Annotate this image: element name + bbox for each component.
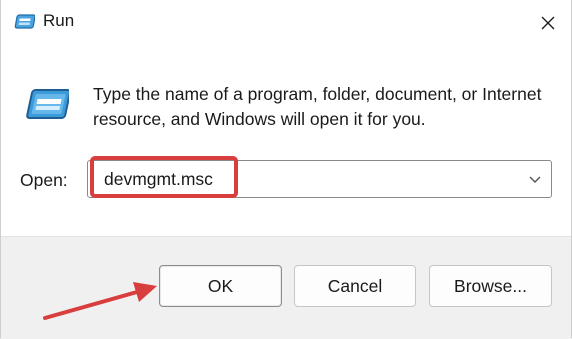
- open-label: Open:: [20, 170, 68, 191]
- window-title: Run: [43, 11, 75, 30]
- run-icon: [14, 14, 35, 29]
- browse-button[interactable]: Browse...: [429, 265, 552, 307]
- ok-button[interactable]: OK: [159, 265, 282, 307]
- open-label-text: Open:: [20, 170, 68, 190]
- cancel-button[interactable]: Cancel: [294, 265, 416, 307]
- run-icon: [26, 89, 69, 119]
- close-button[interactable]: [525, 0, 571, 46]
- title-bar[interactable]: Run: [1, 0, 571, 46]
- open-combobox[interactable]: devmgmt.msc: [87, 160, 552, 198]
- chevron-down-icon[interactable]: [527, 170, 543, 188]
- run-dialog: Run Type the name of a program, folder, …: [0, 0, 572, 339]
- description-text: Type the name of a program, folder, docu…: [93, 84, 542, 129]
- close-icon: [541, 16, 555, 30]
- open-input[interactable]: devmgmt.msc: [104, 169, 213, 190]
